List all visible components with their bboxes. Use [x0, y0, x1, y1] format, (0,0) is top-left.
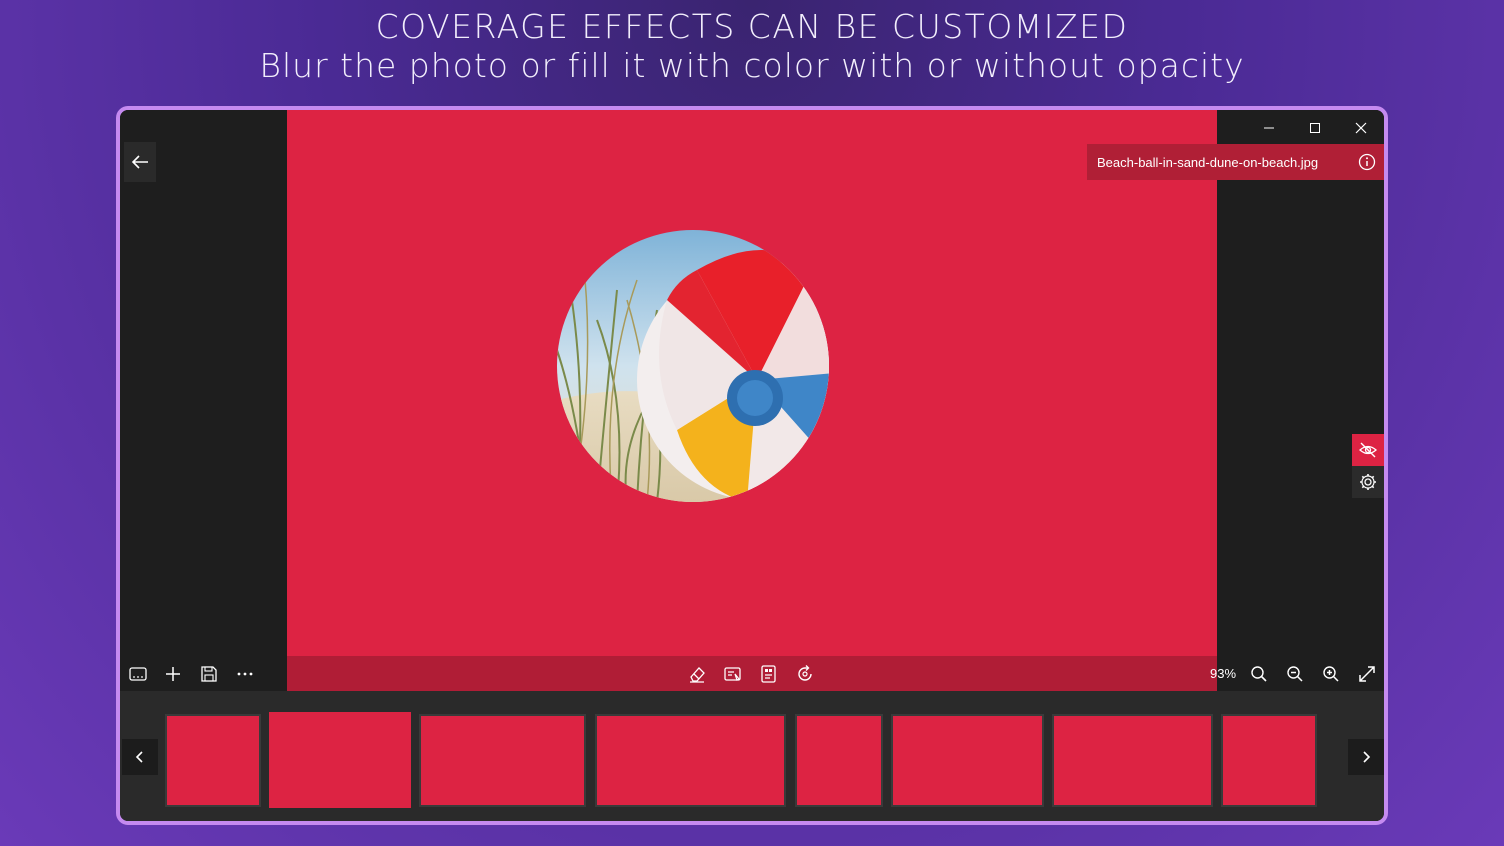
- filmstrip-prev-button[interactable]: [122, 739, 158, 775]
- maximize-button[interactable]: [1292, 114, 1338, 142]
- cover-shape-button[interactable]: [718, 659, 748, 689]
- save-button[interactable]: [194, 659, 224, 689]
- eraser-button[interactable]: [682, 659, 712, 689]
- cover-settings-button[interactable]: [1352, 466, 1384, 498]
- thumbnail-selected[interactable]: [269, 712, 411, 808]
- hide-eye-icon: [1359, 442, 1377, 458]
- thumbnail[interactable]: [1221, 714, 1317, 807]
- zoom-in-icon: [1323, 666, 1339, 682]
- back-button[interactable]: [124, 142, 156, 182]
- cover-effect-button[interactable]: [754, 659, 784, 689]
- zoom-out-icon: [1287, 666, 1303, 682]
- uncovered-photo-region[interactable]: [557, 230, 829, 502]
- search-icon: [1251, 666, 1267, 682]
- filmstrip: [120, 691, 1384, 821]
- file-name-bar: Beach-ball-in-sand-dune-on-beach.jpg: [1087, 144, 1384, 180]
- filmstrip-toggle-icon: [129, 667, 147, 681]
- add-button[interactable]: [158, 659, 188, 689]
- zoom-level: 93%: [1210, 666, 1237, 681]
- image-viewer: Beach-ball-in-sand-dune-on-beach.jpg 93%: [120, 110, 1384, 691]
- thumbnail[interactable]: [165, 714, 261, 807]
- beach-ball-photo: [557, 230, 829, 502]
- toggle-cover-button[interactable]: [1352, 434, 1384, 466]
- chevron-right-icon: [1363, 751, 1371, 763]
- fullscreen-button[interactable]: [1352, 659, 1382, 689]
- rotate-icon: [798, 665, 812, 681]
- bottom-toolbar: 93%: [120, 656, 1384, 691]
- slideshow-button[interactable]: [123, 659, 153, 689]
- filmstrip-next-button[interactable]: [1348, 739, 1384, 775]
- more-dots-icon: [237, 672, 253, 676]
- rotate-button[interactable]: [790, 659, 820, 689]
- expand-icon: [1359, 666, 1375, 682]
- headline-subtitle: Blur the photo or fill it with color wit…: [259, 46, 1245, 85]
- thumbnail[interactable]: [1052, 714, 1213, 807]
- zoom-in-button[interactable]: [1316, 659, 1346, 689]
- covered-photo-canvas: [287, 110, 1217, 691]
- eraser-icon: [690, 667, 705, 683]
- zoom-out-button[interactable]: [1280, 659, 1310, 689]
- settings-gear-icon: [1360, 474, 1376, 490]
- maximize-icon: [1310, 123, 1320, 133]
- minimize-button[interactable]: [1246, 114, 1292, 142]
- thumbnail[interactable]: [891, 714, 1044, 807]
- info-button[interactable]: [1356, 151, 1378, 173]
- thumbnail[interactable]: [419, 714, 586, 807]
- info-icon: [1358, 153, 1376, 171]
- headline-title: COVERAGE EFFECTS CAN BE CUSTOMIZED: [375, 7, 1129, 46]
- cover-shape-icon: [724, 667, 741, 681]
- chevron-left-icon: [135, 751, 143, 763]
- app-window: Beach-ball-in-sand-dune-on-beach.jpg 93%: [116, 106, 1388, 825]
- side-tools: [1352, 434, 1384, 498]
- close-button[interactable]: [1338, 114, 1384, 142]
- plus-icon: [166, 667, 180, 681]
- more-button[interactable]: [230, 659, 260, 689]
- thumbnail[interactable]: [795, 714, 883, 807]
- minimize-icon: [1264, 127, 1274, 129]
- close-icon: [1355, 122, 1367, 134]
- arrow-left-icon: [131, 155, 148, 169]
- thumbnail[interactable]: [595, 714, 786, 807]
- cover-effect-icon: [761, 665, 776, 683]
- file-name: Beach-ball-in-sand-dune-on-beach.jpg: [1097, 154, 1319, 170]
- headline: COVERAGE EFFECTS CAN BE CUSTOMIZED Blur …: [0, 6, 1504, 84]
- save-icon: [201, 666, 217, 682]
- zoom-fit-button[interactable]: [1244, 659, 1274, 689]
